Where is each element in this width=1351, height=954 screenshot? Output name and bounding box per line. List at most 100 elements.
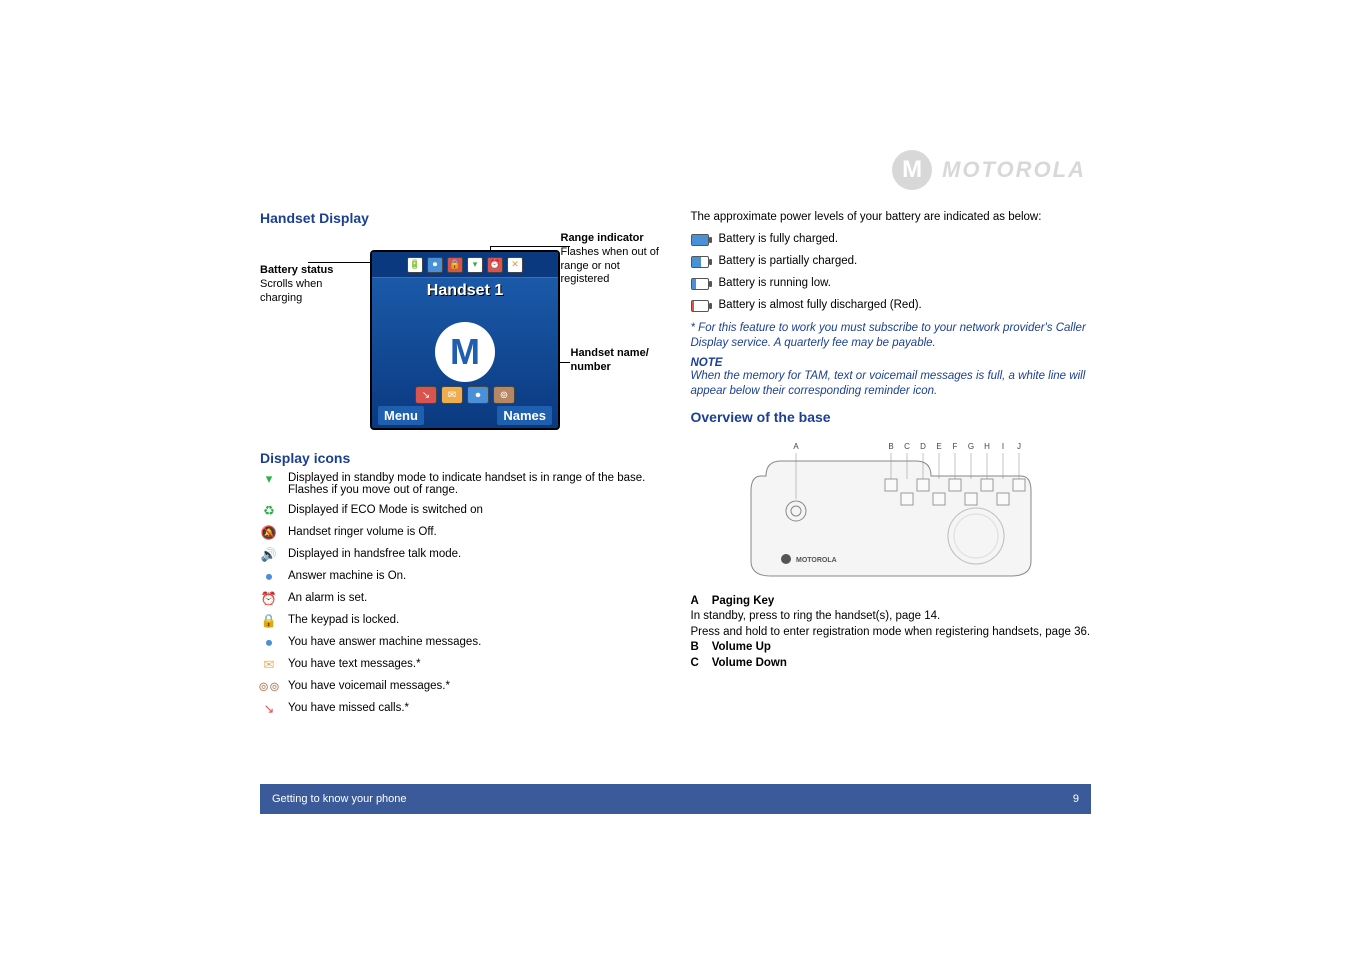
softkey-menu: Menu xyxy=(378,406,424,425)
motorola-emblem-icon: M xyxy=(892,150,932,190)
ringer-off-icon: 🔕 xyxy=(260,526,278,540)
footer-page-number: 9 xyxy=(1073,793,1079,805)
icon-text: Displayed in standby mode to indicate ha… xyxy=(288,472,661,496)
icon-text: Answer machine is On. xyxy=(288,570,406,582)
battery-intro: The approximate power levels of your bat… xyxy=(691,210,1092,225)
base-brand-text: MOTOROLA xyxy=(796,557,837,564)
motorola-m-icon: M xyxy=(435,322,495,382)
phone-status-bar: 🔋 ⏺ 🔒 ▾ ⏰ ✕ xyxy=(372,252,558,278)
icon-row: ♻ Displayed if ECO Mode is switched on xyxy=(260,504,661,518)
icon-row: ⏺Answer machine is On. xyxy=(260,570,661,584)
footer-section: Getting to know your phone xyxy=(272,793,407,805)
battery-row: Battery is almost fully discharged (Red)… xyxy=(691,299,1092,313)
icon-row: ⏺ You have answer machine messages. xyxy=(260,636,661,650)
battery-text: Battery is almost fully discharged (Red)… xyxy=(719,299,922,311)
display-icons-title: Display icons xyxy=(260,450,661,466)
key-b-title: Volume Up xyxy=(712,640,771,656)
base-key-list: A Paging Key In standby, press to ring t… xyxy=(691,594,1092,672)
phone-softkeys: Menu Names xyxy=(372,406,558,428)
right-column: The approximate power levels of your bat… xyxy=(691,210,1092,804)
callout-range: Range indicator Flashes when out of rang… xyxy=(561,232,661,287)
icon-text: Handset ringer volume is Off. xyxy=(288,526,437,538)
alarm-mini-icon: ⏰ xyxy=(487,257,503,273)
icon-row: 🔒 The keypad is locked. xyxy=(260,614,661,628)
missed-call-icon: ↘ xyxy=(260,702,278,716)
battery-text: Battery is fully charged. xyxy=(719,233,839,245)
icon-text: You have missed calls.* xyxy=(288,702,409,714)
battery-text: Battery is running low. xyxy=(719,277,832,289)
svg-text:A: A xyxy=(793,442,799,451)
svg-text:H: H xyxy=(984,442,990,451)
note-title: NOTE xyxy=(691,357,1092,369)
svg-text:F: F xyxy=(952,442,957,451)
caller-display-footnote: * For this feature to work you must subs… xyxy=(691,321,1092,351)
page-content: Handset Display Battery status Scrolls w… xyxy=(260,210,1091,804)
callout-handset: Handset name/ number xyxy=(571,347,661,375)
sms-icon: ✉ xyxy=(441,386,463,404)
icon-row: ✉You have text messages.* xyxy=(260,658,661,672)
battery-text: Battery is partially charged. xyxy=(719,255,858,267)
battery-partial-icon xyxy=(691,255,709,269)
key-c-title: Volume Down xyxy=(712,656,787,672)
icon-text: Displayed if ECO Mode is switched on xyxy=(288,504,483,516)
voicemail-icon: ⊚⊚ xyxy=(260,680,278,694)
key-a-desc1: In standby, press to ring the handset(s)… xyxy=(691,609,1092,625)
svg-text:E: E xyxy=(936,442,941,451)
tape-icon: ⏺ xyxy=(467,386,489,404)
eco-icon: ♻ xyxy=(260,504,278,518)
handset-diagram: Battery status Scrolls when charging Ran… xyxy=(260,232,661,442)
left-column: Handset Display Battery status Scrolls w… xyxy=(260,210,661,804)
icon-row: 🔊 Displayed in handsfree talk mode. xyxy=(260,548,661,562)
icon-text: An alarm is set. xyxy=(288,592,367,604)
callout-line xyxy=(490,246,570,247)
callout-battery-title: Battery status xyxy=(260,264,360,278)
tam-icon: ⏺ xyxy=(427,257,443,273)
icon-row: 🔕 Handset ringer volume is Off. xyxy=(260,526,661,540)
base-diagram: MOTOROLA ABCDEFGHIJ xyxy=(691,431,1092,584)
missed-icon: ↘ xyxy=(415,386,437,404)
battery-low-icon xyxy=(691,277,709,291)
lock-icon: 🔒 xyxy=(447,257,463,273)
handset-display-title: Handset Display xyxy=(260,210,661,226)
svg-text:D: D xyxy=(920,442,926,451)
note-body: When the memory for TAM, text or voicema… xyxy=(691,369,1092,399)
icon-text: The keypad is locked. xyxy=(288,614,399,626)
callout-handset-title: Handset name/ number xyxy=(571,347,661,375)
tam-msg-icon: ⏺ xyxy=(260,636,278,650)
icon-text: You have voicemail messages.* xyxy=(288,680,450,692)
ringer-off-mini-icon: ✕ xyxy=(507,257,523,273)
icon-row: ⊚⊚ You have voicemail messages.* xyxy=(260,680,661,694)
battery-icon: 🔋 xyxy=(407,257,423,273)
keypad-lock-icon: 🔒 xyxy=(260,614,278,628)
key-a-label: A xyxy=(691,594,709,610)
key-a-desc2: Press and hold to enter registration mod… xyxy=(691,625,1092,641)
antenna-icon: ▾ xyxy=(260,472,278,486)
callout-battery-desc: Scrolls when charging xyxy=(260,278,322,304)
svg-text:G: G xyxy=(968,442,974,451)
callout-battery: Battery status Scrolls when charging xyxy=(260,264,360,305)
alarm-icon: ⏰ xyxy=(260,592,278,606)
battery-row: Battery is partially charged. xyxy=(691,255,1092,269)
signal-icon: ▾ xyxy=(467,257,483,273)
display-icons-list: ▾ Displayed in standby mode to indicate h… xyxy=(260,472,661,716)
brand-logo: M MOTOROLA xyxy=(892,150,1086,190)
phone-bottom-icons: ↘ ✉ ⏺ ⊚ xyxy=(372,386,558,404)
icon-row: ▾ Displayed in standby mode to indicate h… xyxy=(260,472,661,496)
handsfree-icon: 🔊 xyxy=(260,548,278,562)
softkey-names: Names xyxy=(497,406,552,425)
vm-icon: ⊚ xyxy=(493,386,515,404)
svg-text:C: C xyxy=(904,442,910,451)
battery-row: Battery is fully charged. xyxy=(691,233,1092,247)
icon-text: Displayed in handsfree talk mode. xyxy=(288,548,461,560)
key-c-label: C xyxy=(691,656,709,672)
key-b-label: B xyxy=(691,640,709,656)
icon-text: You have answer machine messages. xyxy=(288,636,481,648)
battery-full-icon xyxy=(691,233,709,247)
battery-level-list: Battery is fully charged. Battery is part… xyxy=(691,233,1092,313)
overview-base-title: Overview of the base xyxy=(691,409,1092,425)
text-msg-icon: ✉ xyxy=(260,658,278,672)
callout-range-desc: Flashes when out of range or not registe… xyxy=(561,246,659,286)
svg-text:J: J xyxy=(1017,442,1021,451)
icon-row: ⏰ An alarm is set. xyxy=(260,592,661,606)
brand-name: MOTOROLA xyxy=(942,157,1086,183)
